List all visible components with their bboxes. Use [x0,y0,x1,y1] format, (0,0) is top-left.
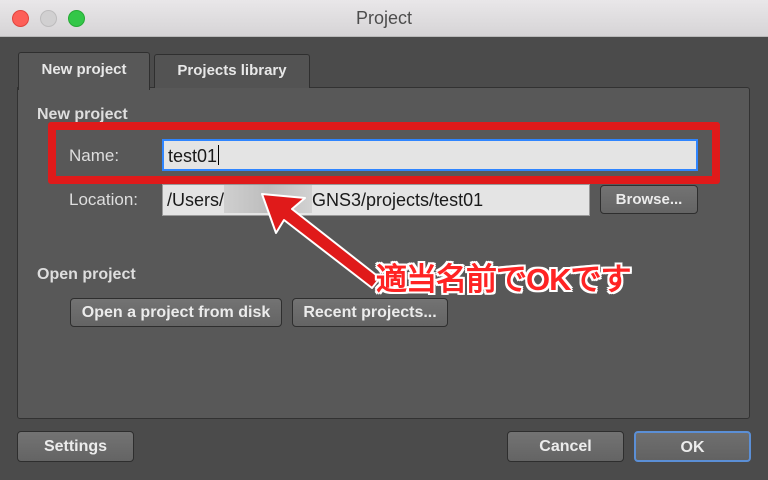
project-dialog: Project Projects library New project New… [0,0,768,480]
arrow-icon [261,193,381,289]
annotation-arrow [261,193,381,289]
annotation-label: 適当名前でOKです [376,262,631,297]
